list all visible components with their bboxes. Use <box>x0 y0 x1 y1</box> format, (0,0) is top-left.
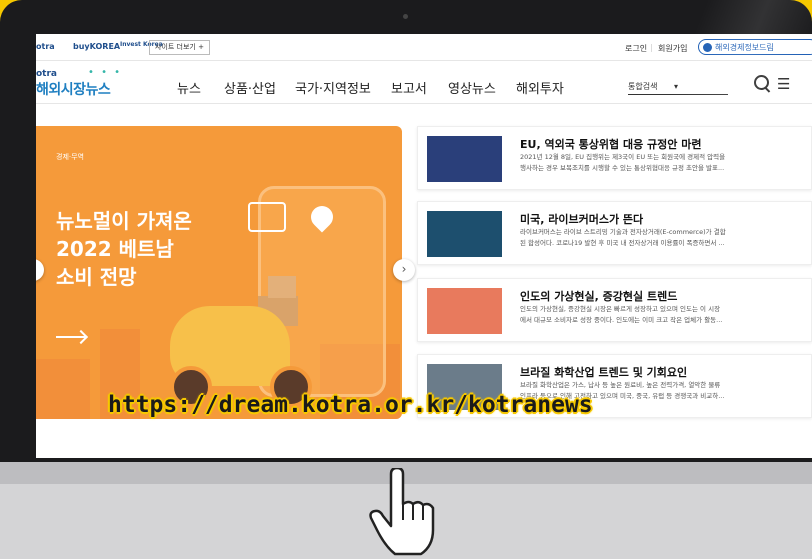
news-card[interactable]: EU, 역외국 통상위협 대응 규정안 마련 2021년 12월 8일, EU … <box>417 126 812 190</box>
monitor-frame: otra buyKOREA Invest Korea 사이트 더보기 + 로그인… <box>0 0 812 462</box>
sitemap-button[interactable]: 사이트 더보기 + <box>149 40 210 55</box>
webcam <box>403 14 408 19</box>
globe-icon <box>703 43 712 52</box>
news-summary: 라이브커머스는 라이브 스트리밍 기술과 전자상거래(E-commerce)가 … <box>520 227 810 249</box>
banner-category: 경제·무역 <box>56 153 84 161</box>
parcel-box <box>268 276 296 298</box>
news-card[interactable]: 미국, 라이브커머스가 뜬다 라이브커머스는 라이브 스트리밍 기술과 전자상거… <box>417 201 812 265</box>
separator: | <box>650 43 653 52</box>
hand-pointer-icon <box>369 468 435 556</box>
shopping-cart-icon <box>248 202 286 232</box>
report-dream-label: 해외경제정보드림 <box>715 43 774 52</box>
nav-item-country[interactable]: 국가·지역정보 <box>295 78 371 97</box>
news-summary: 인도의 가상현실, 증강현실 시장은 빠르게 성장하고 있으며 인도는 이 시장… <box>520 304 810 326</box>
news-title[interactable]: 인도의 가상현실, 증강현실 트렌드 <box>520 288 677 304</box>
report-dream-button[interactable]: 해외경제정보드림 <box>698 39 812 55</box>
search-icon[interactable] <box>754 75 769 90</box>
nav-item-news[interactable]: 뉴스 <box>177 78 201 97</box>
nav-item-video[interactable]: 영상뉴스 <box>448 78 496 97</box>
overlay-url: https://dream.kotra.or.kr/kotranews <box>108 392 593 418</box>
nav-item-investment[interactable]: 해외투자 <box>516 78 564 97</box>
news-card[interactable]: 인도의 가상현실, 증강현실 트렌드 인도의 가상현실, 증강현실 시장은 빠르… <box>417 278 812 342</box>
news-summary-line: 브라질 화학산업은 가스, 납사 등 높은 원료비, 높은 전력가격, 열악한 … <box>520 381 721 389</box>
search-scope-select[interactable]: 통합검색 ▾ <box>628 81 728 95</box>
utility-bar: otra buyKOREA Invest Korea 사이트 더보기 + 로그인… <box>36 34 812 61</box>
news-title[interactable]: 미국, 라이브커머스가 뜬다 <box>520 211 643 227</box>
news-thumbnail <box>427 288 502 334</box>
news-summary-line: 인도의 가상현실, 증강현실 시장은 빠르게 성장하고 있으며 인도는 이 시장 <box>520 305 721 313</box>
nav-item-products[interactable]: 상품·산업 <box>224 78 276 97</box>
brand-dots-icon: • • • <box>88 67 123 78</box>
skyline-decoration <box>36 359 90 419</box>
news-thumbnail <box>427 211 502 257</box>
news-summary: 2021년 12월 8일, EU 집행위는 제3국이 EU 또는 회원국에 경제… <box>520 152 810 174</box>
news-thumbnail <box>427 136 502 182</box>
news-summary-line: 행사하는 경우 보복조치를 시행할 수 있는 통상위협대응 규정 초안을 발표.… <box>520 164 725 172</box>
hero-banner[interactable]: 경제·무역 뉴노멀이 가져온 2022 베트남 소비 전망 <box>36 126 402 419</box>
banner-title-line: 2022 베트남 <box>56 237 174 261</box>
brand-title[interactable]: 해외시장뉴스 <box>36 79 111 99</box>
banner-title-line: 뉴노멀이 가져온 <box>56 209 192 233</box>
news-summary-line: 된 합성어다. 코로나19 발현 후 미국 내 전자상거래 이용률이 폭증하면서… <box>520 239 725 247</box>
search-scope-label: 통합검색 <box>628 82 658 91</box>
news-summary-line: 에서 대규모 소비자로 성장 중이다. 인도에는 이미 크고 작은 업체가 활동… <box>520 316 723 324</box>
nav-item-reports[interactable]: 보고서 <box>391 78 427 97</box>
news-title[interactable]: 브라질 화학산업 트렌드 및 기회요인 <box>520 364 687 380</box>
banner-title: 뉴노멀이 가져온 2022 베트남 소비 전망 <box>56 207 236 291</box>
signup-link[interactable]: 회원가입 <box>658 43 687 54</box>
login-link[interactable]: 로그인 <box>625 43 647 54</box>
hamburger-icon[interactable]: ☰ <box>777 75 790 93</box>
kotra-logo[interactable]: otra <box>36 42 55 51</box>
brand-small: otra <box>36 69 57 79</box>
carousel-next-button[interactable]: › <box>393 259 415 281</box>
news-title[interactable]: EU, 역외국 통상위협 대응 규정안 마련 <box>520 136 701 152</box>
banner-title-line: 소비 전망 <box>56 265 137 289</box>
news-summary-line: 2021년 12월 8일, EU 집행위는 제3국이 EU 또는 회원국에 경제… <box>520 153 726 161</box>
arrow-right-icon[interactable] <box>56 336 86 338</box>
chevron-down-icon: ▾ <box>674 82 679 91</box>
buykorea-logo[interactable]: buyKOREA <box>73 42 120 51</box>
main-nav: otra 해외시장뉴스 • • • 뉴스 상품·산업 국가·지역정보 보고서 영… <box>36 61 812 104</box>
news-summary-line: 라이브커머스는 라이브 스트리밍 기술과 전자상거래(E-commerce)가 … <box>520 228 726 236</box>
